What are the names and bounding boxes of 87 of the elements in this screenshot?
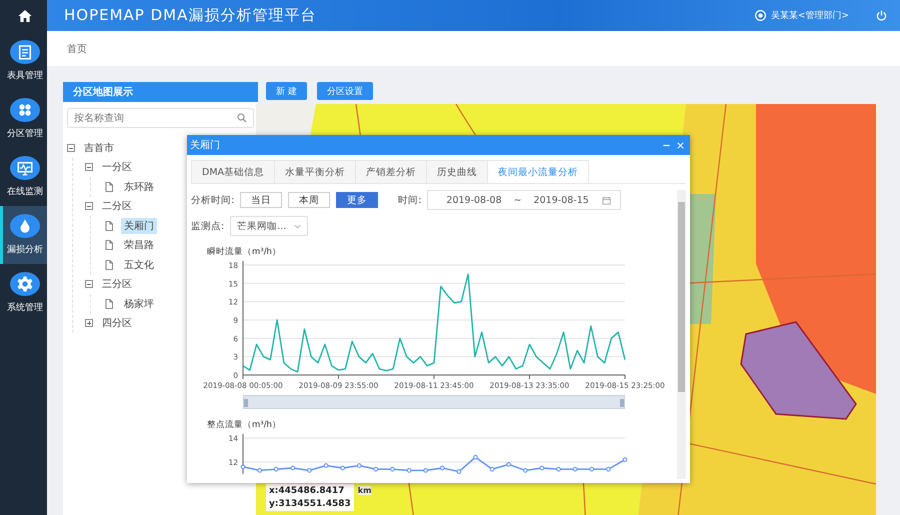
chart-title: 瞬时流量（m³/h） [206,246,282,258]
point [540,466,544,470]
tree-item[interactable]: 一分区 [99,159,135,176]
point [274,466,279,472]
monitor-icon [16,159,34,177]
point [307,468,312,473]
point [506,462,512,467]
nav-item[interactable]: 表具管理 [0,32,47,90]
point [340,466,345,470]
close-icon [675,140,686,150]
search-icon [236,112,248,124]
nav-item[interactable]: 分区管理 [0,90,47,148]
logout-button[interactable] [875,9,888,22]
scrollbar[interactable] [677,190,686,479]
user-icon [754,9,767,22]
y-axis [242,434,244,474]
file-icon [103,220,115,232]
coordinate-y: y:3134551.4583 [269,499,351,509]
tree-item[interactable]: 吉首市 [81,140,117,156]
field-label: 时间: [398,194,422,206]
point [589,466,594,472]
expand-toggle[interactable] [85,319,93,328]
tab[interactable]: 水量平衡分析 [274,160,356,183]
settings-icon [16,275,34,293]
user-name: 吴某某<管理部门> [770,10,849,22]
file-icon [103,180,115,193]
tree-item[interactable]: 五文化 [121,256,157,273]
point [456,469,462,474]
point [240,464,246,470]
point [390,466,395,472]
calendar-icon [600,194,612,206]
tree-item[interactable]: 三分区 [99,276,135,292]
nav-item[interactable]: 系统管理 [0,264,47,322]
file-icon [103,258,115,271]
point [606,466,611,472]
field-label: 分析时间: [191,194,234,206]
point [423,468,428,473]
home-icon [16,8,34,24]
tab[interactable]: 产销差分析 [355,160,428,183]
date-range-field[interactable]: 2019-08-08 ~ 2019-08-15 [427,190,621,210]
file-icon [103,298,115,310]
tab[interactable]: 历史曲线 [426,160,488,183]
point [473,454,478,460]
tab[interactable]: 夜间最小流量分析 [487,160,590,183]
tree-item[interactable]: 关厢门 [121,218,157,234]
file-icon [103,239,115,252]
tree-item[interactable]: 荣昌路 [121,237,157,254]
point [324,463,328,468]
nav-item[interactable]: 漏损分析 [0,206,47,264]
period-button[interactable]: 更多 [336,192,378,208]
nav-item[interactable]: 在线监测 [0,148,47,206]
tree-item[interactable]: 四分区 [99,315,135,332]
collapse-toggle[interactable] [85,202,93,210]
tree-item[interactable]: 二分区 [99,198,135,214]
zoom-slider[interactable] [243,395,625,409]
point [257,468,262,473]
point [523,468,528,473]
close-button[interactable] [675,140,686,150]
breadcrumb-link[interactable]: 首页 [67,42,87,56]
chart-title: 整点流量（m³/h） [206,419,282,431]
point [490,466,494,472]
dialog-title: 关厢门 [190,138,220,152]
tree-item[interactable]: 杨家坪 [121,296,157,312]
scale-unit: km [358,486,372,495]
point [290,466,296,470]
collapse-toggle[interactable] [85,163,93,172]
point [622,457,628,462]
monitor-point-select[interactable]: 芒果网咖... [230,216,308,236]
period-button[interactable]: 本周 [288,192,330,208]
point [406,468,412,473]
clipboard-icon [16,43,34,61]
tree-item[interactable]: 东环路 [121,178,157,195]
coordinate-x: x:445486.8417 [269,486,346,496]
tab[interactable]: DMA基础信息 [191,160,276,183]
app-title: HOPEMAP DMA漏损分析管理平台 [64,6,316,25]
collapse-toggle[interactable] [67,144,75,152]
period-button[interactable]: 当日 [240,192,282,208]
field-label: 监测点: [191,220,224,232]
collapse-toggle[interactable] [85,280,93,288]
point [356,463,362,468]
search-field[interactable]: 按名称查询 [67,108,254,128]
point [374,466,378,472]
point [572,466,578,472]
point [556,466,561,472]
power-icon [875,9,888,22]
panel-title: 分区地图展示 [63,82,258,102]
point [440,466,445,470]
